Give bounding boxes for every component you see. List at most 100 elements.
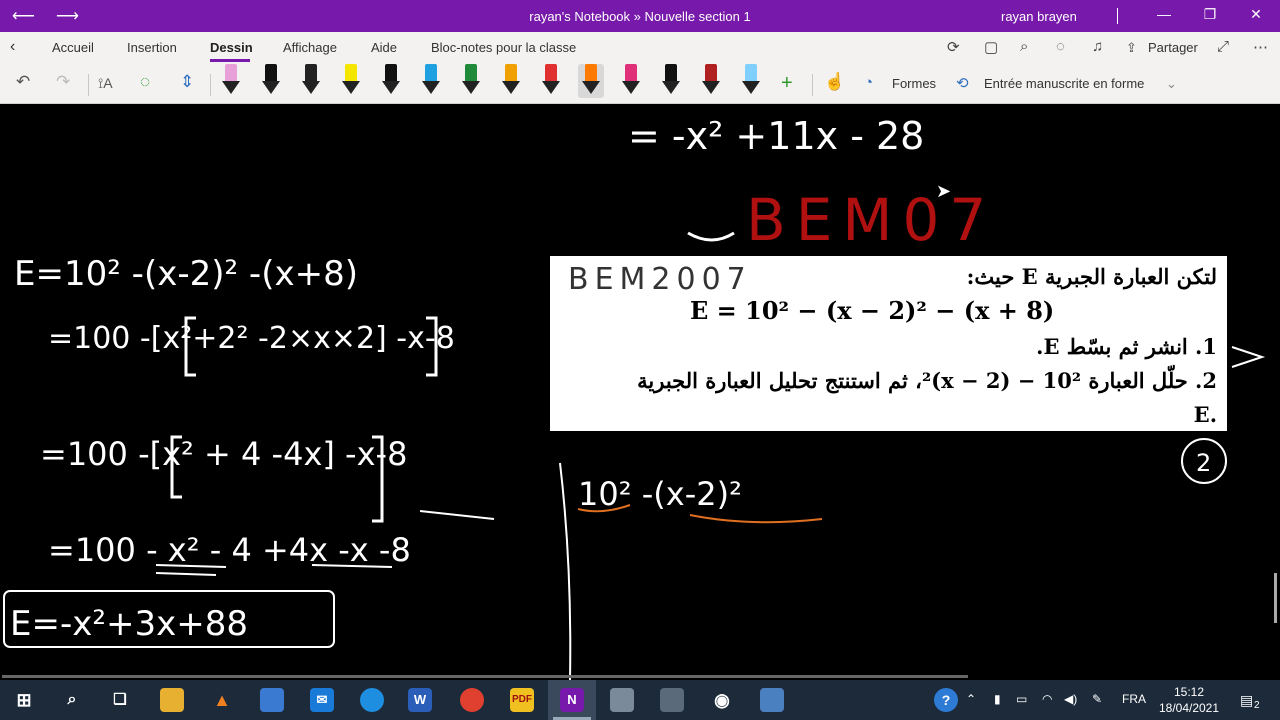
chevron-up-icon[interactable]: ⌃ (966, 692, 976, 706)
windows-start-icon[interactable]: ⊞ (12, 688, 36, 712)
shapes-icon[interactable]: ◔ (864, 74, 873, 91)
notification-icon[interactable]: ▤ (1240, 692, 1253, 709)
ink-replay-icon[interactable]: ☝ (824, 72, 845, 92)
pen-swatch[interactable] (578, 64, 604, 98)
toolbar-separator (210, 74, 211, 96)
note-canvas[interactable]: = -x² +11x - 28 BEM07 ➤ E=10² -(x-2)² -(… (0, 105, 1280, 680)
notification-count: 2 (1254, 700, 1260, 711)
clock-time: 15:12 (1173, 685, 1205, 699)
ink-to-shape-icon[interactable]: ⟲ (956, 74, 969, 92)
search-icon[interactable]: ⌕ (60, 688, 84, 712)
word-icon[interactable]: W (408, 688, 432, 712)
wifi-icon[interactable]: ◠ (1042, 692, 1052, 706)
tab-aide[interactable]: Aide (371, 40, 397, 55)
add-pen-icon[interactable]: + (781, 72, 793, 95)
collapse-back-icon[interactable]: ‹ (10, 38, 15, 56)
mail-icon[interactable]: ✉ (310, 688, 334, 712)
pen-tip (262, 81, 280, 94)
tab-dessin[interactable]: Dessin (210, 40, 253, 55)
chrome-icon[interactable] (460, 688, 484, 712)
sync-icon[interactable]: ⟳ (947, 38, 960, 56)
battery-icon[interactable]: ▭ (1016, 692, 1027, 706)
share-button[interactable]: Partager (1148, 40, 1198, 55)
vertical-scrollbar[interactable] (1274, 573, 1277, 623)
orange-underline (689, 514, 823, 524)
task-view-icon[interactable]: ❏ (108, 688, 132, 712)
edge-icon[interactable] (360, 688, 384, 712)
pen-swatch[interactable] (698, 64, 724, 98)
file-explorer-icon[interactable] (160, 688, 184, 712)
pen-tip (422, 81, 440, 94)
expand-icon[interactable]: ⤢ (1217, 38, 1229, 55)
type-select-icon[interactable]: ⟟A (98, 75, 113, 92)
obs-icon[interactable]: ◉ (710, 688, 734, 712)
arrow-mark (1231, 346, 1266, 368)
handwriting-boxed-result: E=-x²+3x+88 (10, 604, 248, 644)
taskbar: ⊞ ⌕ ❏ ▲ ✉ W PDF N ◉ ? ⌃ ▮ ▭ ◠ ◀) ✎ FRA 1… (0, 680, 1280, 720)
volume-icon[interactable]: ◀) (1064, 692, 1077, 706)
clock[interactable]: 15:12 18/04/2021 (1156, 684, 1222, 716)
redo-icon[interactable]: ↷ (56, 72, 70, 92)
store-icon[interactable] (260, 688, 284, 712)
pen-body (385, 64, 397, 82)
pen-swatch[interactable] (418, 64, 444, 98)
pen-swatch[interactable] (258, 64, 284, 98)
lasso-select-icon[interactable]: ◌ (140, 72, 150, 92)
handwriting-left-line1: E=10² -(x-2)² -(x+8) (14, 254, 358, 294)
restore-icon[interactable]: ❐ (1200, 6, 1220, 23)
pen-tip (542, 81, 560, 94)
pen-body (265, 64, 277, 82)
user-name[interactable]: rayan brayen (1001, 9, 1077, 24)
pen-swatch[interactable] (498, 64, 524, 98)
calculator-icon[interactable] (760, 688, 784, 712)
close-icon[interactable]: ✕ (1246, 6, 1266, 23)
shapes-button[interactable]: Formes (892, 76, 936, 91)
insert-space-icon[interactable]: ⇕ (180, 72, 194, 92)
minimize-icon[interactable]: — (1154, 6, 1174, 22)
app-icon[interactable] (610, 688, 634, 712)
tab-insertion[interactable]: Insertion (127, 40, 177, 55)
lightbulb-icon[interactable]: ◌ (1056, 38, 1065, 55)
pen-swatch[interactable] (658, 64, 684, 98)
exercise-line1: لتكن العبارة الجبرية E حيث: (966, 264, 1217, 289)
tab-bloc-notes-classe[interactable]: Bloc-notes pour la classe (431, 40, 576, 55)
exercise-question2: 2. حلّل العبارة 10² − (x − 2)²، ثم استنت… (637, 368, 1217, 393)
search-icon[interactable]: ⌕ (1020, 38, 1028, 55)
ribbon: ‹ Accueil Insertion Dessin Affichage Aid… (0, 32, 1280, 104)
pen-body (465, 64, 477, 82)
vlc-icon[interactable]: ▲ (210, 688, 234, 712)
more-icon[interactable]: ⋯ (1253, 38, 1268, 56)
share-icon[interactable]: ⇪ (1126, 40, 1137, 56)
pen-swatch[interactable] (298, 64, 324, 98)
pen-swatch[interactable] (458, 64, 484, 98)
pen-swatch[interactable] (738, 64, 764, 98)
pen-icon[interactable]: ✎ (1092, 692, 1102, 706)
tab-affichage[interactable]: Affichage (283, 40, 337, 55)
pen-swatch[interactable] (218, 64, 244, 98)
pen-tip (662, 81, 680, 94)
pen-body (425, 64, 437, 82)
bell-icon[interactable]: ♫ (1092, 38, 1103, 55)
handwriting-top-line: = -x² +11x - 28 (628, 114, 924, 158)
pen-swatch[interactable] (378, 64, 404, 98)
pen-swatch[interactable] (338, 64, 364, 98)
onenote-icon[interactable]: N (560, 688, 584, 712)
language-indicator[interactable]: FRA (1122, 692, 1146, 706)
page-view-icon[interactable]: ▢ (984, 38, 998, 56)
tab-accueil[interactable]: Accueil (52, 40, 94, 55)
handwriting-left-line3: =100 -[x² + 4 -4x] -x-8 (40, 435, 407, 473)
horizontal-scrollbar[interactable] (2, 675, 968, 678)
pdf-icon[interactable]: PDF (510, 688, 534, 712)
pen-swatch[interactable] (538, 64, 564, 98)
exercise-equation: E = 10² − (x − 2)² − (x + 8) (690, 296, 1055, 325)
undo-icon[interactable]: ↶ (16, 72, 30, 92)
chevron-down-icon[interactable]: ⌄ (1166, 76, 1177, 92)
handwriting-left-line4: =100 - x² - 4 +4x -x -8 (48, 531, 411, 569)
help-icon[interactable]: ? (934, 688, 958, 712)
exercise-handwritten-note: BEM2007 (568, 262, 752, 297)
ink-to-shape-button[interactable]: Entrée manuscrite en forme (984, 76, 1144, 91)
usb-icon[interactable]: ▮ (994, 692, 1001, 706)
exercise-question2-end: .E (1193, 402, 1217, 427)
pen-swatch[interactable] (618, 64, 644, 98)
app-icon[interactable] (660, 688, 684, 712)
